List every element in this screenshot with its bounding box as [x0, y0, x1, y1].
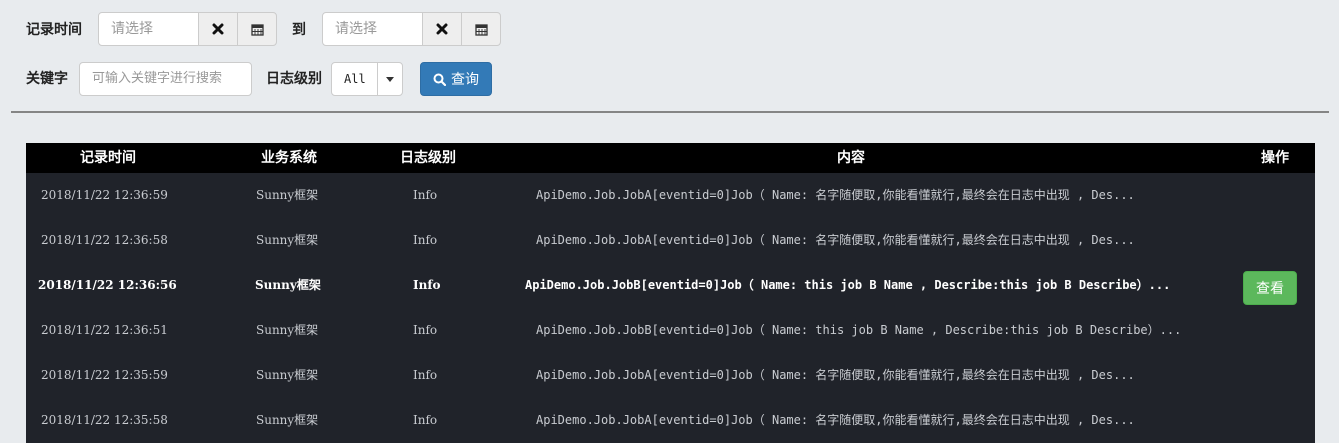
cell-time: 2018/11/22 12:36:59 — [41, 188, 168, 202]
header-system: 业务系统 — [261, 150, 317, 166]
header-action: 操作 — [1261, 150, 1289, 166]
divider — [11, 111, 1329, 113]
caret-down-icon — [386, 76, 394, 82]
time-label: 记录时间 — [26, 22, 82, 38]
end-calendar-button[interactable] — [461, 12, 501, 46]
table-row[interactable]: 2018/11/22 12:36:56 Sunny框架 Info ApiDemo… — [26, 263, 1315, 308]
cell-content: ApiDemo.Job.JobA[eventid=0]Job（ Name: 名字… — [536, 368, 1135, 382]
start-calendar-button[interactable] — [237, 12, 277, 46]
cell-system: Sunny框架 — [256, 413, 319, 427]
cell-level: Info — [413, 413, 438, 427]
cell-content: ApiDemo.Job.JobB[eventid=0]Job（ Name: th… — [525, 278, 1171, 292]
table-row[interactable]: 2018/11/22 12:35:58 Sunny框架 Info ApiDemo… — [26, 398, 1315, 443]
search-icon — [433, 73, 446, 86]
cell-level: Info — [413, 323, 438, 337]
cell-content: ApiDemo.Job.JobA[eventid=0]Job（ Name: 名字… — [536, 413, 1135, 427]
level-select[interactable]: All — [331, 62, 378, 96]
header-time: 记录时间 — [80, 150, 136, 166]
search-button[interactable]: 查询 — [420, 62, 492, 96]
cell-system: Sunny框架 — [256, 188, 319, 202]
table-row[interactable]: 2018/11/22 12:36:59 Sunny框架 Info ApiDemo… — [26, 173, 1315, 218]
table-row[interactable]: 2018/11/22 12:36:58 Sunny框架 Info ApiDemo… — [26, 218, 1315, 263]
search-button-label: 查询 — [451, 72, 479, 88]
cell-content: ApiDemo.Job.JobB[eventid=0]Job（ Name: th… — [536, 323, 1182, 337]
header-level: 日志级别 — [400, 150, 456, 166]
clear-start-button[interactable] — [198, 12, 238, 46]
calendar-icon — [250, 23, 264, 36]
keyword-input[interactable]: 可输入关键字进行搜索 — [79, 62, 252, 96]
cell-level: Info — [413, 278, 441, 292]
table-row[interactable]: 2018/11/22 12:35:59 Sunny框架 Info ApiDemo… — [26, 353, 1315, 398]
start-date-input[interactable]: 请选择 — [98, 12, 199, 46]
cell-content: ApiDemo.Job.JobA[eventid=0]Job（ Name: 名字… — [536, 188, 1135, 202]
cell-time: 2018/11/22 12:36:58 — [41, 233, 168, 247]
cell-time: 2018/11/22 12:36:56 — [38, 278, 177, 292]
cell-level: Info — [413, 233, 438, 247]
calendar-icon — [474, 23, 488, 36]
log-table: 记录时间 业务系统 日志级别 内容 操作 2018/11/22 12:36:59… — [26, 143, 1315, 443]
cell-time: 2018/11/22 12:35:59 — [41, 368, 168, 382]
cell-level: Info — [413, 188, 438, 202]
header-content: 内容 — [837, 150, 865, 166]
cell-level: Info — [413, 368, 438, 382]
clear-end-button[interactable] — [422, 12, 462, 46]
cell-time: 2018/11/22 12:36:51 — [41, 323, 168, 337]
end-date-input[interactable]: 请选择 — [322, 12, 423, 46]
cell-system: Sunny框架 — [256, 233, 319, 247]
close-icon — [436, 23, 448, 35]
level-dropdown-toggle[interactable] — [377, 62, 403, 96]
cell-system: Sunny框架 — [256, 323, 319, 337]
view-button[interactable]: 查看 — [1243, 271, 1297, 305]
to-label: 到 — [292, 22, 306, 38]
level-label: 日志级别 — [266, 71, 322, 87]
cell-content: ApiDemo.Job.JobA[eventid=0]Job（ Name: 名字… — [536, 233, 1135, 247]
keyword-label: 关键字 — [26, 71, 68, 87]
close-icon — [212, 23, 224, 35]
table-header: 记录时间 业务系统 日志级别 内容 操作 — [26, 143, 1315, 173]
table-row[interactable]: 2018/11/22 12:36:51 Sunny框架 Info ApiDemo… — [26, 308, 1315, 353]
cell-time: 2018/11/22 12:35:58 — [41, 413, 168, 427]
cell-system: Sunny框架 — [256, 368, 319, 382]
cell-system: Sunny框架 — [255, 278, 321, 292]
